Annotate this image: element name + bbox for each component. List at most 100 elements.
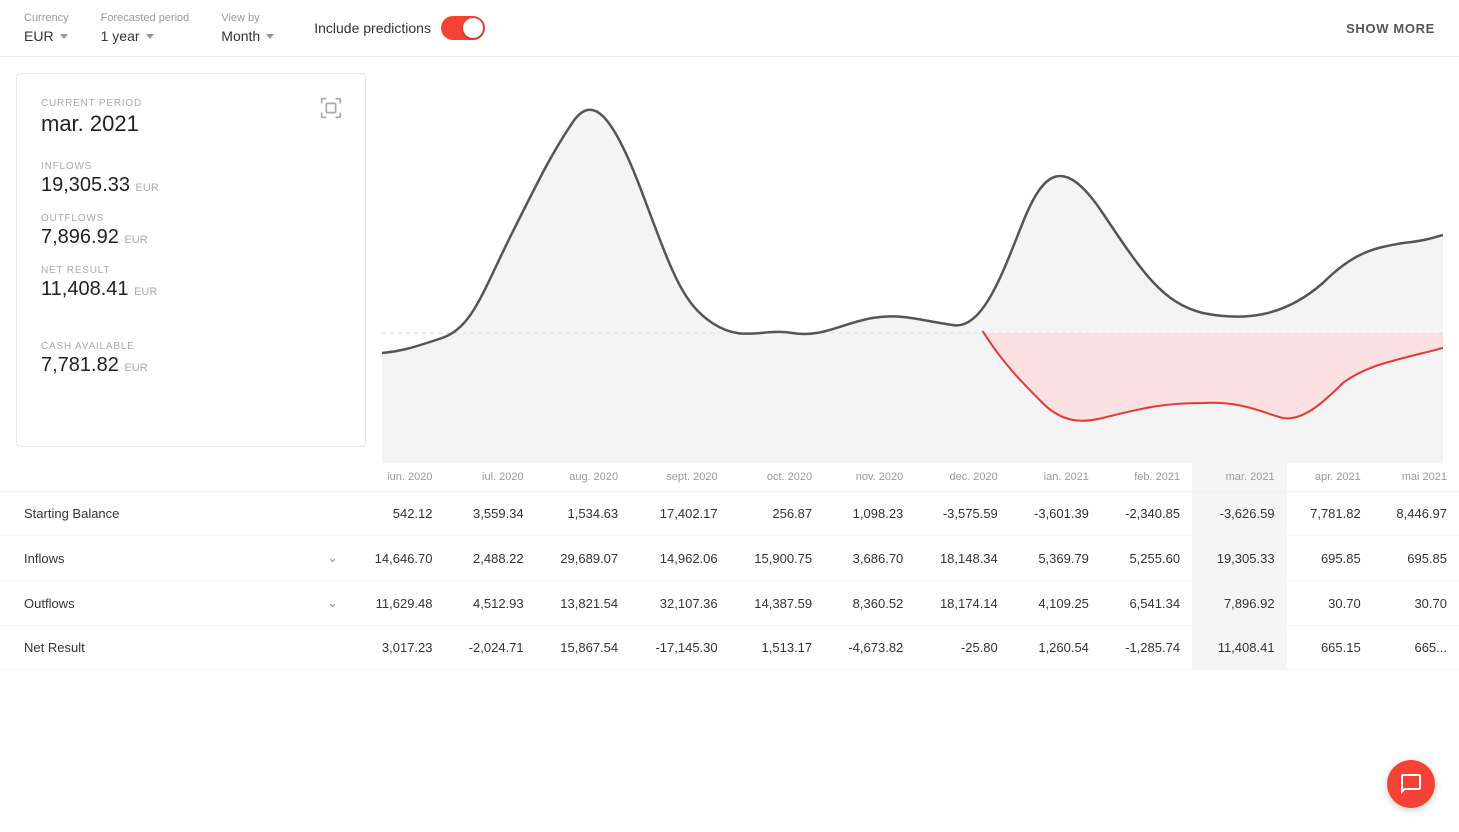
- cash-group: CASH AVAILABLE 7,781.82 EUR: [41, 341, 341, 377]
- cell-r1-c11: 695.85: [1373, 536, 1459, 581]
- cell-r3-c5: -4,673.82: [824, 626, 915, 670]
- cell-r0-c10: 7,781.82: [1287, 492, 1373, 536]
- toolbar: Currency EUR Forecasted period 1 year Vi…: [0, 0, 1459, 57]
- forecasted-dropdown[interactable]: 1 year: [101, 28, 190, 44]
- cell-r0-c8: -2,340.85: [1101, 492, 1192, 536]
- cell-r0-c9: -3,626.59: [1192, 492, 1287, 536]
- table-section: iun. 2020iul. 2020aug. 2020sept. 2020oct…: [0, 463, 1459, 670]
- predictions-group: Include predictions: [314, 16, 485, 40]
- cell-r0-c11: 8,446.97: [1373, 492, 1459, 536]
- viewby-chevron-icon: [266, 34, 274, 39]
- net-result-group: NET RESULT 11,408.41 EUR: [41, 265, 341, 301]
- forecasted-group: Forecasted period 1 year: [101, 12, 190, 44]
- cell-r3-c7: 1,260.54: [1010, 626, 1101, 670]
- cell-r0-c3: 17,402.17: [630, 492, 730, 536]
- row-label-text: Outflows: [24, 596, 75, 611]
- cell-r1-c5: 3,686.70: [824, 536, 915, 581]
- cell-r3-c9: 11,408.41: [1192, 626, 1287, 670]
- chat-button[interactable]: [1387, 760, 1435, 808]
- header-row: iun. 2020iul. 2020aug. 2020sept. 2020oct…: [0, 463, 1459, 492]
- cell-r3-c0: 3,017.23: [350, 626, 445, 670]
- main-content: CURRENT PERIOD mar. 2021 INFLOWS 19,305.…: [0, 57, 1459, 463]
- cell-r3-c6: -25.80: [915, 626, 1010, 670]
- cell-r1-c7: 5,369.79: [1010, 536, 1101, 581]
- cell-r2-c6: 18,174.14: [915, 581, 1010, 626]
- period-value: mar. 2021: [41, 111, 341, 137]
- expand-icon[interactable]: ⌄: [327, 595, 338, 611]
- table-row: Inflows⌄14,646.702,488.2229,689.0714,962…: [0, 536, 1459, 581]
- cell-r0-c5: 1,098.23: [824, 492, 915, 536]
- cell-r2-c0: 11,629.48: [350, 581, 445, 626]
- row-label-expand-1: Inflows ⌄: [24, 550, 338, 566]
- cell-r1-c9: 19,305.33: [1192, 536, 1287, 581]
- cell-r0-c7: -3,601.39: [1010, 492, 1101, 536]
- cell-r0-c6: -3,575.59: [915, 492, 1010, 536]
- forecasted-chevron-icon: [146, 34, 154, 39]
- cash-value: 7,781.82 EUR: [41, 354, 341, 377]
- cell-r3-c3: -17,145.30: [630, 626, 730, 670]
- cell-r2-c11: 30.70: [1373, 581, 1459, 626]
- table-header-oct.-2020: oct. 2020: [730, 463, 825, 492]
- cell-r3-c4: 1,513.17: [730, 626, 825, 670]
- scan-icon[interactable]: [317, 94, 345, 122]
- cell-r0-c2: 1,534.63: [536, 492, 631, 536]
- table-header-feb.-2021: feb. 2021: [1101, 463, 1192, 492]
- cell-r3-c11: 665...: [1373, 626, 1459, 670]
- row-label-text: Starting Balance: [24, 506, 119, 521]
- table-header-dec.-2020: dec. 2020: [915, 463, 1010, 492]
- viewby-dropdown[interactable]: Month: [221, 28, 274, 44]
- currency-label: Currency: [24, 12, 69, 24]
- cell-r1-c0: 14,646.70: [350, 536, 445, 581]
- cell-r3-c8: -1,285.74: [1101, 626, 1192, 670]
- currency-chevron-icon: [60, 34, 68, 39]
- table-header-aug.-2020: aug. 2020: [536, 463, 631, 492]
- table-header: iun. 2020iul. 2020aug. 2020sept. 2020oct…: [0, 463, 1459, 492]
- chart-area: [382, 57, 1459, 463]
- row-label-expand-2: Outflows ⌄: [24, 595, 338, 611]
- chart-svg: [382, 73, 1443, 463]
- table-header-ian.-2021: ian. 2021: [1010, 463, 1101, 492]
- period-label: CURRENT PERIOD: [41, 98, 341, 109]
- period-group: CURRENT PERIOD mar. 2021: [41, 98, 341, 137]
- row-label-text: Inflows: [24, 551, 64, 566]
- table-header-mar.-2021: mar. 2021: [1192, 463, 1287, 492]
- cell-r2-c5: 8,360.52: [824, 581, 915, 626]
- cell-r3-c2: 15,867.54: [536, 626, 631, 670]
- cell-r2-c3: 32,107.36: [630, 581, 730, 626]
- inflows-group: INFLOWS 19,305.33 EUR: [41, 161, 341, 197]
- table-header-iul.-2020: iul. 2020: [445, 463, 536, 492]
- outflows-group: OUTFLOWS 7,896.92 EUR: [41, 213, 341, 249]
- table-header-nov.-2020: nov. 2020: [824, 463, 915, 492]
- cell-r1-c3: 14,962.06: [630, 536, 730, 581]
- net-result-value: 11,408.41 EUR: [41, 278, 341, 301]
- outflows-label: OUTFLOWS: [41, 213, 341, 224]
- currency-dropdown[interactable]: EUR: [24, 28, 69, 44]
- table-header-mai-2021: mai 2021: [1373, 463, 1459, 492]
- cell-r1-c4: 15,900.75: [730, 536, 825, 581]
- cell-r3-c10: 665.15: [1287, 626, 1373, 670]
- table-row: Net Result3,017.23-2,024.7115,867.54-17,…: [0, 626, 1459, 670]
- currency-group: Currency EUR: [24, 12, 69, 44]
- row-label-3: Net Result: [0, 626, 350, 670]
- chat-icon: [1399, 772, 1423, 796]
- predictions-toggle[interactable]: [441, 16, 485, 40]
- cell-r1-c8: 5,255.60: [1101, 536, 1192, 581]
- table-header-iun.-2020: iun. 2020: [350, 463, 445, 492]
- table-body: Starting Balance542.123,559.341,534.6317…: [0, 492, 1459, 670]
- cell-r2-c2: 13,821.54: [536, 581, 631, 626]
- viewby-group: View by Month: [221, 12, 274, 44]
- show-more-button[interactable]: SHOW MORE: [1346, 21, 1435, 36]
- expand-icon[interactable]: ⌄: [327, 550, 338, 566]
- inflows-label: INFLOWS: [41, 161, 341, 172]
- table-header-empty: [0, 463, 350, 492]
- table-row: Outflows⌄11,629.484,512.9313,821.5432,10…: [0, 581, 1459, 626]
- chart-container: [382, 73, 1443, 463]
- predictions-label: Include predictions: [314, 20, 431, 36]
- cell-r1-c2: 29,689.07: [536, 536, 631, 581]
- cell-r2-c9: 7,896.92: [1192, 581, 1287, 626]
- cell-r1-c6: 18,148.34: [915, 536, 1010, 581]
- row-label-1: Inflows ⌄: [0, 536, 350, 581]
- outflows-value: 7,896.92 EUR: [41, 226, 341, 249]
- cell-r2-c8: 6,541.34: [1101, 581, 1192, 626]
- data-table: iun. 2020iul. 2020aug. 2020sept. 2020oct…: [0, 463, 1459, 670]
